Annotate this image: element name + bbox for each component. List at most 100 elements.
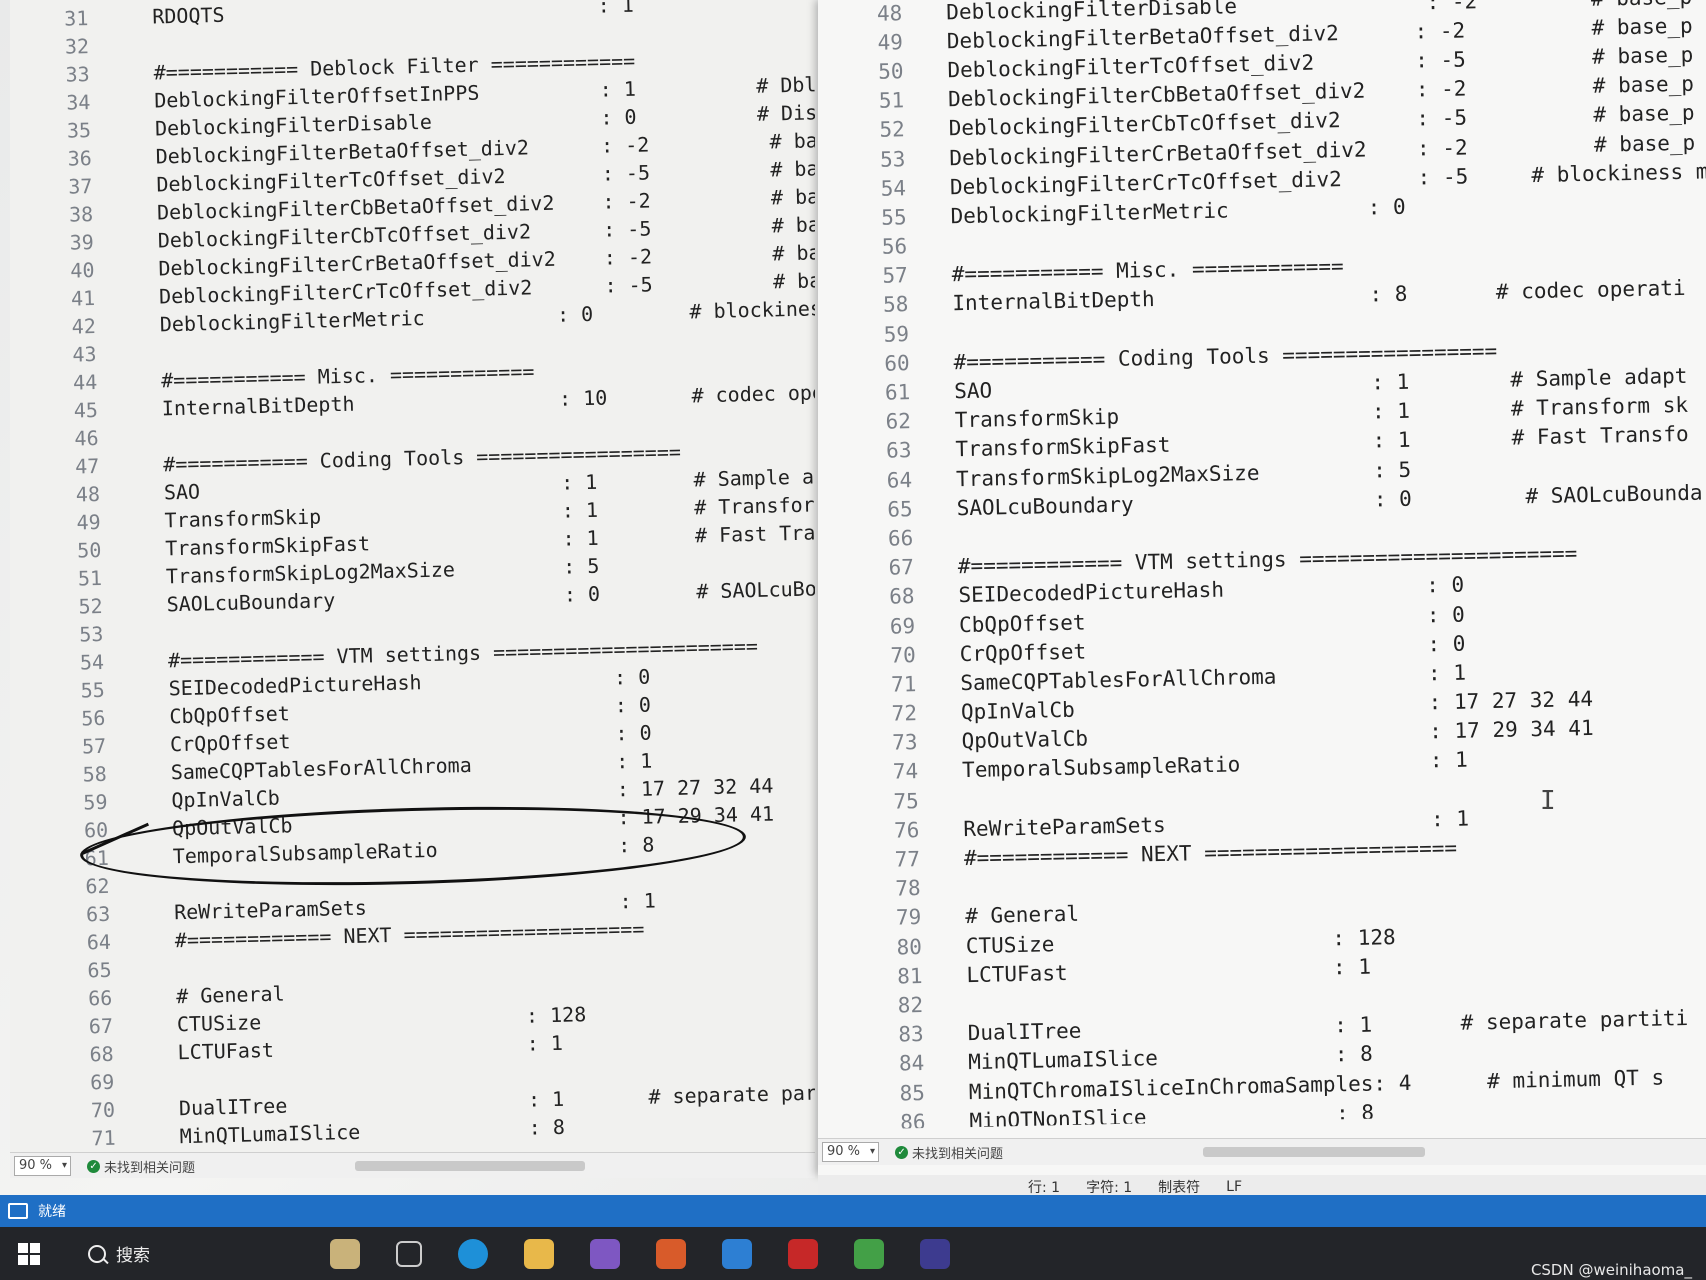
line-number: 68 — [888, 584, 915, 609]
line-number: 82 — [897, 992, 924, 1018]
visual-studio-icon[interactable] — [590, 1238, 620, 1269]
code-text[interactable] — [907, 245, 951, 246]
line-number: 70 — [890, 642, 916, 668]
line-number: 80 — [896, 934, 923, 960]
line-number: 85 — [899, 1080, 926, 1106]
line-number: 43 — [72, 341, 97, 367]
code-text[interactable] — [99, 436, 163, 438]
line-number: 64 — [886, 467, 913, 493]
line-number: 62 — [885, 409, 912, 434]
status-text: 就绪 — [38, 1204, 66, 1220]
line-number: 67 — [88, 1013, 114, 1039]
right-code-editor[interactable]: 48 DeblockingFilterDisable : -2 # base_p 4… — [818, 0, 1706, 1175]
horizontal-scrollbar[interactable] — [1203, 1147, 1425, 1157]
line-number: 78 — [895, 876, 921, 901]
line-number: 63 — [885, 438, 912, 464]
line-number: 55 — [80, 677, 106, 703]
widgets-icon[interactable] — [330, 1238, 360, 1269]
horizontal-scrollbar[interactable] — [355, 1161, 585, 1171]
code-text[interactable] — [923, 1004, 967, 1005]
line-indicator[interactable]: 行: 1 — [1028, 1177, 1060, 1197]
zoom-value: 90 % — [827, 1144, 861, 1159]
code-text[interactable]: # General — [921, 902, 1079, 929]
line-number: 41 — [70, 286, 96, 311]
message-icon — [8, 1203, 28, 1219]
code-text[interactable]: MinQTNonISlice : 8 — [925, 1100, 1374, 1129]
code-text[interactable] — [89, 45, 153, 47]
terminal-icon[interactable] — [920, 1238, 950, 1269]
code-text[interactable] — [110, 884, 174, 886]
line-number: 54 — [880, 175, 907, 201]
line-number: 67 — [888, 555, 915, 580]
line-number: 55 — [881, 205, 907, 230]
line-number: 46 — [74, 425, 99, 451]
issues-indicator[interactable]: ✓ 未找到相关问题 — [87, 1157, 195, 1176]
task-view-icon[interactable] — [396, 1240, 422, 1267]
line-number: 31 — [63, 6, 89, 31]
edge-browser-icon[interactable] — [458, 1238, 488, 1269]
line-number: 51 — [77, 565, 103, 591]
line-number: 48 — [75, 481, 101, 507]
windows-taskbar: 搜索 — [0, 1227, 1706, 1280]
check-circle-icon: ✓ — [895, 1145, 909, 1159]
code-text[interactable] — [103, 632, 167, 634]
search-icon — [88, 1244, 106, 1263]
line-number: 52 — [879, 117, 905, 143]
issues-text: 未找到相关问题 — [912, 1146, 1004, 1162]
file-explorer-icon[interactable] — [524, 1238, 554, 1269]
zoom-dropdown[interactable]: 90 % ▾ — [822, 1142, 880, 1162]
left-editor-statusbar: 90 % ▾ ✓ 未找到相关问题 — [10, 1152, 815, 1178]
left-code-editor[interactable]: 31 RDOQTS : 1 32 33 #=========== Deblock Fil… — [10, 0, 815, 1178]
zoom-value: 90 % — [19, 1158, 53, 1173]
code-text[interactable] — [97, 352, 161, 354]
line-number: 70 — [90, 1097, 116, 1123]
code-text[interactable] — [114, 1080, 178, 1082]
left-code-area[interactable]: 31 RDOQTS : 1 32 33 #=========== Deblock Fil… — [10, 0, 815, 1156]
line-number: 50 — [76, 537, 102, 563]
line-number: 42 — [71, 314, 97, 339]
matlab-icon[interactable] — [656, 1238, 686, 1269]
line-number: 38 — [68, 202, 94, 227]
app-icon-red[interactable] — [788, 1238, 818, 1269]
mail-icon[interactable] — [722, 1238, 752, 1269]
issues-indicator[interactable]: ✓ 未找到相关问题 — [895, 1143, 1003, 1162]
zoom-dropdown[interactable]: 90 % ▾ — [14, 1156, 72, 1176]
line-number: 69 — [89, 1069, 115, 1095]
line-number: 86 — [899, 1109, 926, 1130]
line-number: 33 — [65, 62, 90, 87]
column-indicator[interactable]: 字符: 1 — [1086, 1177, 1132, 1197]
line-number: 60 — [884, 351, 910, 376]
photo-of-screen: 31 RDOQTS : 1 32 33 #=========== Deblock Fil… — [0, 0, 1706, 1280]
indent-indicator[interactable]: 制表符 — [1158, 1177, 1200, 1197]
code-text[interactable] — [919, 800, 963, 801]
line-number: 56 — [881, 234, 908, 259]
line-number: 65 — [87, 957, 112, 983]
line-number: 52 — [78, 593, 103, 619]
line-number: 49 — [76, 509, 101, 535]
text-cursor-icon: I — [1540, 786, 1556, 816]
line-ending-indicator[interactable]: LF — [1226, 1179, 1242, 1195]
line-number: 64 — [86, 929, 112, 955]
line-number: 51 — [878, 88, 905, 113]
code-text[interactable] — [112, 968, 176, 970]
taskbar-search[interactable]: 搜索 — [88, 1241, 150, 1266]
line-number: 61 — [84, 845, 110, 871]
line-number: 62 — [85, 873, 110, 899]
line-number: 71 — [91, 1125, 116, 1151]
line-number: 59 — [883, 321, 910, 347]
line-number: 75 — [893, 788, 920, 814]
issues-text: 未找到相关问题 — [104, 1160, 196, 1176]
code-text[interactable] — [909, 333, 953, 334]
line-number: 47 — [74, 453, 100, 479]
right-editor-statusbar: 90 % ▾ ✓ 未找到相关问题 — [818, 1138, 1706, 1165]
code-text[interactable] — [913, 537, 957, 538]
line-number: 48 — [876, 0, 903, 26]
code-text[interactable] — [921, 887, 965, 888]
line-number: 35 — [66, 118, 92, 143]
app-icon-green[interactable] — [854, 1238, 884, 1269]
line-number: 65 — [887, 496, 913, 522]
right-code-area[interactable]: 48 DeblockingFilterDisable : -2 # base_p 4… — [818, 0, 1706, 1130]
line-number: 59 — [83, 789, 108, 815]
code-text[interactable]: # General — [112, 982, 285, 1010]
windows-start-icon[interactable] — [18, 1242, 40, 1265]
